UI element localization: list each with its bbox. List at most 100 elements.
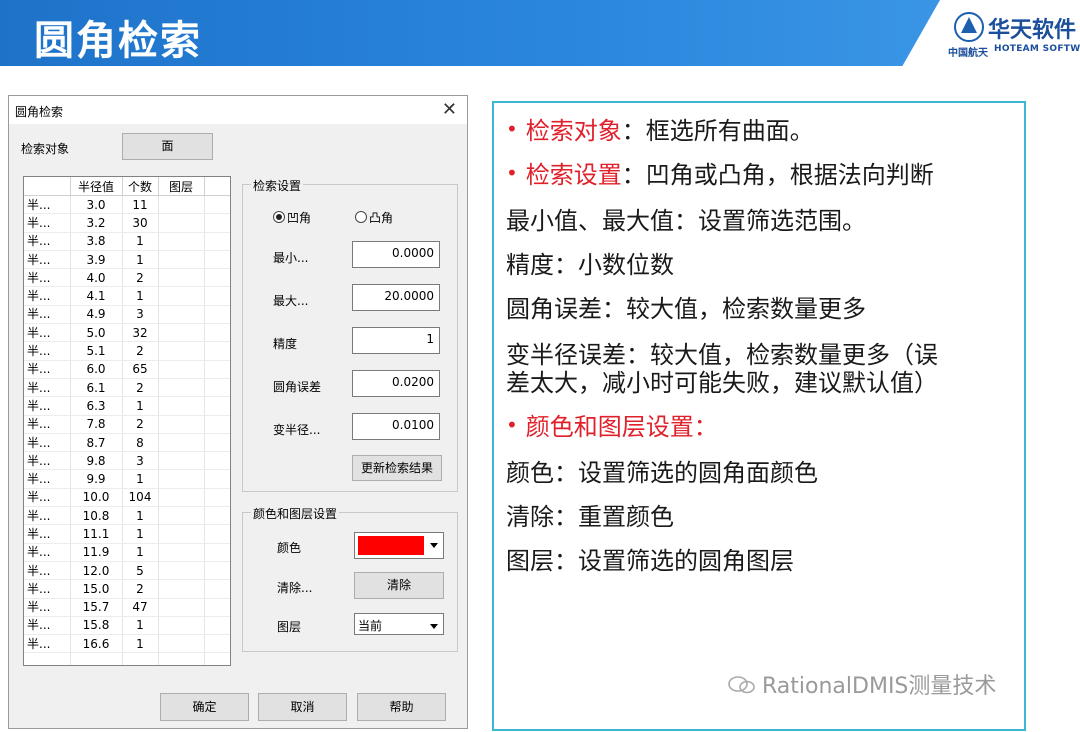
table-row[interactable]: 半... 6.3 1 — [24, 396, 230, 416]
table-row[interactable]: 半... 11.9 1 — [24, 543, 230, 562]
row-name-cell: 半... — [24, 360, 71, 379]
table-row[interactable]: 半... 15.7 47 — [24, 598, 230, 617]
clear-button[interactable]: 清除 — [354, 572, 444, 599]
empty-cell — [204, 323, 230, 343]
count-cell: 2 — [122, 415, 159, 434]
search-object-button[interactable]: 面 — [122, 133, 213, 160]
table-row[interactable]: 半... 3.0 11 — [24, 195, 230, 215]
table-row[interactable]: 半... 10.8 1 — [24, 506, 230, 526]
layer-cell — [158, 433, 205, 453]
table-row[interactable]: 半... 3.8 1 — [24, 232, 230, 251]
color-layer-group: 颜色和图层设置 颜色 清除... 清除 图层 当前 — [242, 505, 458, 652]
update-results-button[interactable]: 更新检索结果 — [352, 455, 442, 481]
note-var-radius-2: 差太大，减小时可能失败，建议默认值） — [506, 369, 938, 397]
note-text: ：框选所有曲面。 — [621, 117, 814, 145]
radius-cell: 11.9 — [70, 543, 123, 562]
empty-cell — [204, 433, 230, 453]
count-cell: 32 — [122, 323, 159, 343]
count-cell: 47 — [122, 598, 159, 617]
table-row[interactable]: 半... 3.9 1 — [24, 250, 230, 270]
row-name-cell: 半... — [24, 598, 71, 617]
min-value-input[interactable]: 0.0000 — [352, 241, 440, 268]
empty-cell — [204, 396, 230, 416]
color-picker[interactable] — [354, 532, 444, 559]
layer-cell — [158, 543, 205, 562]
layer-cell — [158, 268, 205, 288]
table-row[interactable]: 半... 8.7 8 — [24, 433, 230, 453]
count-cell: 2 — [122, 268, 159, 288]
table-row[interactable]: 半... 6.0 65 — [24, 360, 230, 379]
color-label: 颜色 — [277, 541, 302, 555]
convex-radio[interactable] — [355, 211, 367, 223]
note-key: 颜色和图层设置： — [525, 413, 718, 441]
layer-select[interactable]: 当前 — [354, 613, 444, 635]
table-row[interactable]: 半... 5.0 32 — [24, 323, 230, 343]
col-header-count[interactable]: 个数 — [122, 177, 159, 196]
table-row[interactable]: 半... 4.1 1 — [24, 286, 230, 306]
note-color-layer: • 颜色和图层设置： — [506, 407, 718, 442]
empty-cell — [204, 616, 230, 636]
row-name-cell: 半... — [24, 451, 71, 471]
empty-cell — [204, 543, 230, 562]
empty-cell — [204, 488, 230, 508]
radius-cell: 12.0 — [70, 561, 123, 581]
layer-cell — [158, 506, 205, 526]
radius-cell: 11.1 — [70, 524, 123, 544]
row-name-cell: 半... — [24, 469, 71, 489]
layer-cell — [158, 488, 205, 508]
count-cell: 30 — [122, 213, 159, 233]
radius-cell: 15.8 — [70, 616, 123, 636]
var-radius-error-input[interactable]: 0.0100 — [352, 413, 440, 440]
precision-input[interactable]: 1 — [352, 327, 440, 354]
note-fillet-error: 圆角误差：较大值，检索数量更多 — [506, 295, 866, 323]
concave-radio[interactable] — [273, 211, 285, 223]
radius-cell: 10.8 — [70, 506, 123, 526]
table-row[interactable]: 半... 5.1 2 — [24, 341, 230, 361]
table-row[interactable]: 半... 7.8 2 — [24, 415, 230, 434]
table-row[interactable]: 半... 10.0 104 — [24, 488, 230, 508]
table-row[interactable]: 半... 15.8 1 — [24, 616, 230, 636]
ok-button[interactable]: 确定 — [160, 693, 249, 721]
row-name-cell: 半... — [24, 195, 71, 215]
layer-selected-value: 当前 — [358, 619, 383, 633]
radius-cell: 4.1 — [70, 286, 123, 306]
layer-cell — [158, 579, 205, 599]
var-radius-label: 变半径... — [273, 423, 321, 437]
table-row[interactable]: 半... 9.8 3 — [24, 451, 230, 471]
table-row[interactable]: 半... 4.9 3 — [24, 305, 230, 325]
radius-cell: 6.1 — [70, 378, 123, 398]
layer-cell — [158, 598, 205, 617]
chevron-down-icon[interactable] — [426, 615, 442, 633]
col-header-radius[interactable]: 半径值 — [70, 177, 123, 196]
row-name-cell: 半... — [24, 524, 71, 544]
col-header-layer[interactable]: 图层 — [158, 177, 205, 196]
fillet-error-input[interactable]: 0.0200 — [352, 370, 440, 397]
layer-cell — [158, 323, 205, 343]
chevron-down-icon[interactable] — [426, 534, 442, 557]
table-row[interactable]: 半... 12.0 5 — [24, 561, 230, 581]
color-layer-title: 颜色和图层设置 — [251, 505, 340, 522]
table-row[interactable]: 半... 4.0 2 — [24, 268, 230, 288]
close-icon[interactable]: ✕ — [442, 99, 457, 120]
count-cell: 1 — [122, 543, 159, 562]
layer-cell — [158, 396, 205, 416]
search-settings-title: 检索设置 — [251, 177, 304, 194]
table-row[interactable]: 半... 3.2 30 — [24, 213, 230, 233]
col-header[interactable] — [24, 177, 71, 196]
empty-cell — [204, 652, 230, 665]
logo-sub-en: HOTEAM SOFTWARE — [994, 44, 1080, 54]
precision-label: 精度 — [273, 337, 298, 351]
layer-cell — [158, 250, 205, 270]
help-button[interactable]: 帮助 — [357, 693, 446, 721]
count-cell: 3 — [122, 451, 159, 471]
table-row[interactable]: 半... 11.1 1 — [24, 524, 230, 544]
table-row[interactable]: 半... 16.6 1 — [24, 634, 230, 654]
note-precision: 精度：小数位数 — [506, 251, 674, 279]
max-value-input[interactable]: 20.0000 — [352, 284, 440, 311]
count-cell: 1 — [122, 396, 159, 416]
table-row[interactable]: 半... 6.1 2 — [24, 378, 230, 398]
cancel-button[interactable]: 取消 — [258, 693, 347, 721]
empty-cell — [204, 286, 230, 306]
table-row[interactable]: 半... 15.0 2 — [24, 579, 230, 599]
table-row[interactable]: 半... 9.9 1 — [24, 469, 230, 489]
